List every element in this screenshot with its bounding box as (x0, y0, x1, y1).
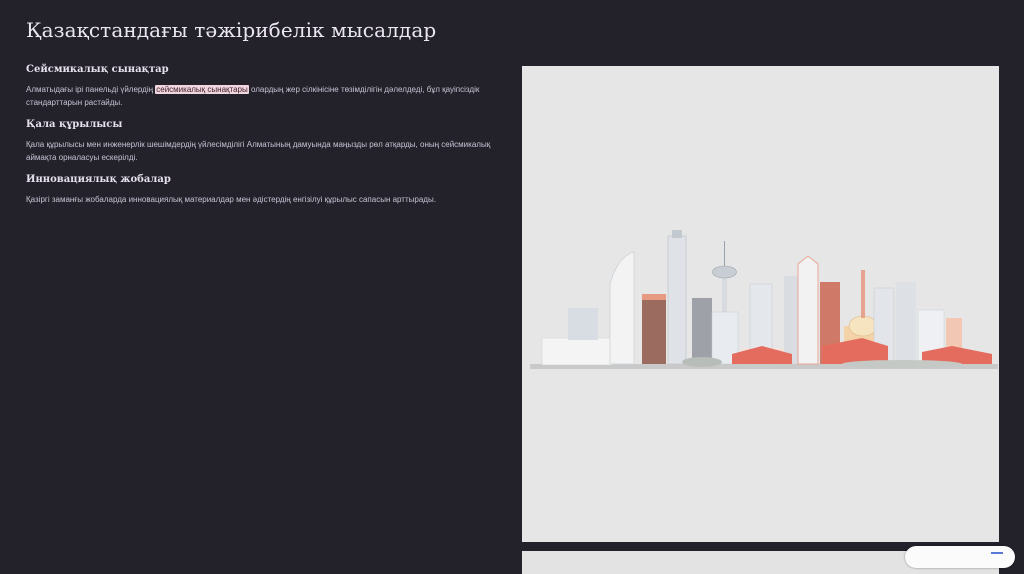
content-column: Сейсмикалық сынақтар Алматыдағы ірі пане… (26, 64, 506, 216)
building-curved-tower (609, 251, 635, 365)
section-text-urban: Қала құрылысы мен инженерлік шешімдердің… (26, 140, 491, 162)
dome (848, 315, 878, 337)
section-text-seismic: Алматыдағы ірі панельді үйлердің сейсмик… (26, 83, 506, 109)
widget-mark-icon (991, 552, 1003, 554)
skyline-svg (522, 230, 999, 542)
section-heading-urban: Қала құрылысы (26, 119, 123, 130)
floating-widget[interactable] (905, 546, 1015, 568)
spire (861, 270, 865, 318)
tower-crown (672, 230, 682, 238)
section-heading-seismic: Сейсмикалық сынақтар (26, 64, 169, 75)
building-tall-tower (667, 235, 687, 365)
building-pointed-tower (797, 255, 819, 365)
building-glass-dark (692, 298, 712, 364)
slide-title: Қазақстандағы тәжірибелік мысалдар (26, 18, 437, 42)
building-brown (642, 294, 666, 364)
highlighted-text: сейсмикалық сынақтары (155, 85, 249, 94)
trees-row (682, 357, 722, 367)
tv-tower-pod (712, 265, 737, 279)
section-text-innovation: Қазіргі заманғы жобаларда инновациялық м… (26, 195, 436, 204)
trees-row-right (842, 360, 962, 368)
building-brown-top (642, 294, 666, 300)
section-heading-innovation: Инновациялық жобалар (26, 174, 171, 185)
city-skyline-illustration (522, 66, 999, 542)
text-segment: Алматыдағы ірі панельді үйлердің (26, 85, 156, 94)
building-low-left (541, 337, 613, 366)
reflection-fade (522, 369, 999, 542)
building-right-2 (896, 282, 916, 364)
building-left-mid (568, 308, 598, 340)
